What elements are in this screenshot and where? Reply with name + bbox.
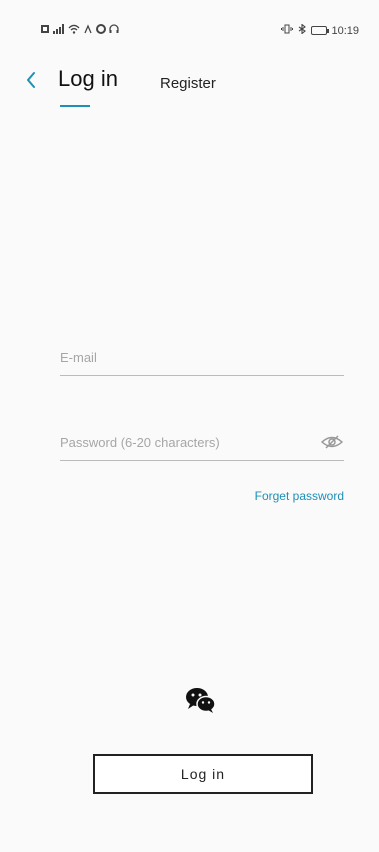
circle-icon [96,24,106,37]
vibrate-icon [281,24,294,37]
chevron-left-icon [27,72,35,88]
status-icons-right: 10:19 [281,23,359,37]
signal-icon [53,24,65,37]
wifi-icon [68,24,80,37]
battery-icon [311,26,330,35]
login-button[interactable]: Log in [93,754,313,794]
login-screen: 10:19 Log in Register Forget password [0,0,379,852]
header: Log in Register [0,58,379,118]
active-tab-indicator [60,105,90,107]
tab-login[interactable]: Log in [58,66,118,92]
status-bar: 10:19 [0,0,379,40]
status-icons-left [40,24,119,37]
toggle-password-visibility[interactable] [320,433,344,451]
status-time: 10:19 [331,24,359,37]
data-icon [83,24,93,37]
bluetooth-icon [297,23,307,37]
password-field-container [60,425,344,461]
wechat-icon [186,688,216,713]
tab-register[interactable]: Register [160,75,216,92]
forget-password-link[interactable]: Forget password [255,489,344,503]
wechat-login-button[interactable] [184,686,218,716]
email-input[interactable] [60,340,344,375]
password-input[interactable] [60,425,310,460]
headset-icon [109,24,119,37]
back-button[interactable] [20,68,44,92]
sim-icon [40,24,50,37]
email-field-container [60,340,344,376]
eye-off-icon [320,435,344,449]
